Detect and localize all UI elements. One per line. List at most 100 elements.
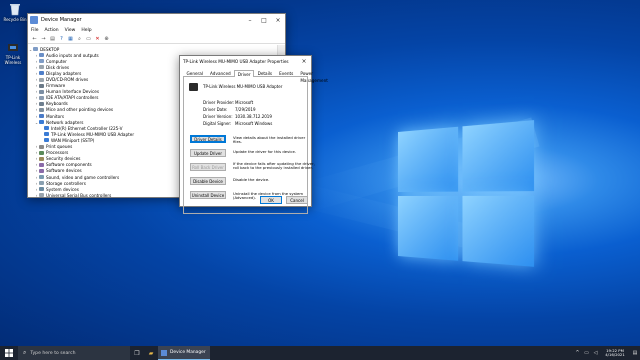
tree-item-label: Sound, video and game controllers [46,174,120,180]
tree-item-label: System devices [46,186,79,192]
disable-device-button[interactable]: Disable Device [190,177,226,185]
menu-view[interactable]: View [65,28,76,33]
device-category-icon [39,77,44,82]
device-category-icon [44,126,49,131]
update-driver-icon[interactable]: ▦ [67,35,74,42]
properties-dialog: TP-Link Wireless MU-MIMO USB Adapter Pro… [179,55,328,214]
tree-item-label: Processors [46,150,69,156]
clock[interactable]: 19:22 PM 4/16/2021 [600,346,630,360]
device-category-icon [39,150,44,155]
taskbar-device-manager[interactable]: Device Manager [158,346,210,360]
tab-driver[interactable]: Driver [234,70,255,77]
volume-icon[interactable]: ◁ [591,346,600,360]
tab-power-management[interactable]: Power Management [297,69,332,83]
driver-version-value: 1030.38.712.2019 [235,114,272,119]
update-driver-description: Update the driver for this device. [233,149,297,154]
cancel-button[interactable]: Cancel [286,196,308,204]
close-button[interactable]: × [271,14,285,26]
device-category-icon [39,59,44,64]
menu-help[interactable]: Help [81,28,91,33]
update-driver-button[interactable]: Update Driver [190,149,226,157]
notifications-icon[interactable]: ▤ [630,346,640,360]
tree-item-label: Storage controllers [46,180,86,186]
ok-button[interactable]: OK [260,196,282,204]
device-category-icon [39,71,44,76]
scan-icon[interactable]: ⌕ [76,35,83,42]
properties-icon[interactable]: ▤ [49,35,56,42]
device-category-icon [39,107,44,112]
device-category-icon [39,89,44,94]
network-tray-icon[interactable]: ▭ [582,346,591,360]
taskbar: ⌕ Type here to search ❐ ▰ Device Manager… [0,346,640,360]
show-hidden-icons-icon[interactable]: ^ [573,346,582,360]
tree-item-label: Software devices [46,168,82,174]
tree-item-label: Security devices [46,156,81,162]
roll-back-description: If the device fails after updating the d… [233,161,315,171]
device-category-icon [39,120,44,125]
tree-item-label: Software components [46,162,92,168]
taskbar-app-label: Device Manager [170,350,206,355]
driver-details-button[interactable]: Driver Details [190,135,226,143]
clock-date: 4/16/2021 [605,352,625,357]
windows-start-icon [5,349,13,357]
device-manager-titlebar[interactable]: Device Manager – □ × [28,14,285,26]
device-category-icon [39,65,44,70]
tree-item-label: Human Interface Devices [46,89,100,95]
driver-details-description: View details about the installed driver … [233,135,306,145]
toolbar: ← → ▤ ? ▦ ⌕ ▭ ✕ ⊕ [28,34,285,44]
search-box[interactable]: ⌕ Type here to search [18,346,130,360]
device-category-icon [39,53,44,58]
device-category-icon [39,168,44,173]
digital-signer-label: Digital Signer: [203,121,232,126]
disable-icon[interactable]: ✕ [94,35,101,42]
dialog-titlebar[interactable]: TP-Link Wireless MU-MIMO USB Adapter Pro… [180,56,311,66]
tab-general[interactable]: General [183,69,207,76]
tab-events[interactable]: Events [276,69,297,76]
computer-icon [33,47,38,52]
menu-file[interactable]: File [31,28,39,33]
task-view-icon[interactable]: ❐ [130,346,144,360]
menu-action[interactable]: Action [45,28,59,33]
digital-signer-value: Microsoft Windows [235,121,273,126]
maximize-button[interactable]: □ [257,14,271,26]
device-category-icon [39,156,44,161]
windows-logo [398,119,542,274]
driver-date-value: 7/29/2019 [235,107,256,112]
tree-item-label: Network adapters [46,119,84,125]
device-manager-icon [30,16,38,24]
search-placeholder: Type here to search [30,350,76,356]
tree-item-label: TP-Link Wireless MU-MIMO USB Adapter [51,131,135,137]
tab-advanced[interactable]: Advanced [207,69,235,76]
device-category-icon [39,162,44,167]
device-category-icon [39,83,44,88]
uninstall-icon[interactable]: ▭ [85,35,92,42]
desktop-icon-tplink[interactable]: TP-Link Wireless [0,40,26,65]
desktop-icon-recycle-bin[interactable]: Recycle Bin [2,2,28,22]
device-category-icon [39,187,44,192]
tree-item-label: Print queues [46,144,73,150]
roll-back-driver-button[interactable]: Roll Back Driver [190,163,226,171]
tree-root-label: DESKTOP [40,46,60,52]
tab-details[interactable]: Details [254,69,276,76]
device-icon [189,83,198,91]
recycle-bin-icon [8,2,22,16]
download-icon[interactable]: ⊕ [103,35,110,42]
start-button[interactable] [0,346,18,360]
dialog-close-button[interactable]: × [297,56,311,66]
tree-item-label: DVD/CD-ROM drives [46,77,89,83]
device-category-icon [44,138,49,143]
tree-item-label: Keyboards [46,101,68,107]
uninstall-device-button[interactable]: Uninstall Device [190,191,226,199]
device-category-icon [39,114,44,119]
forward-icon[interactable]: → [40,35,47,42]
tree-item-label: WAN Miniport (SSTP) [51,137,95,143]
search-icon: ⌕ [23,349,27,356]
device-category-icon [39,101,44,106]
back-icon[interactable]: ← [31,35,38,42]
tree-item-label: Firmware [46,83,66,89]
minimize-button[interactable]: – [243,14,257,26]
device-category-icon [44,132,49,137]
help-icon[interactable]: ? [58,35,65,42]
device-manager-taskbar-icon [161,349,167,356]
file-explorer-icon[interactable]: ▰ [144,346,158,360]
